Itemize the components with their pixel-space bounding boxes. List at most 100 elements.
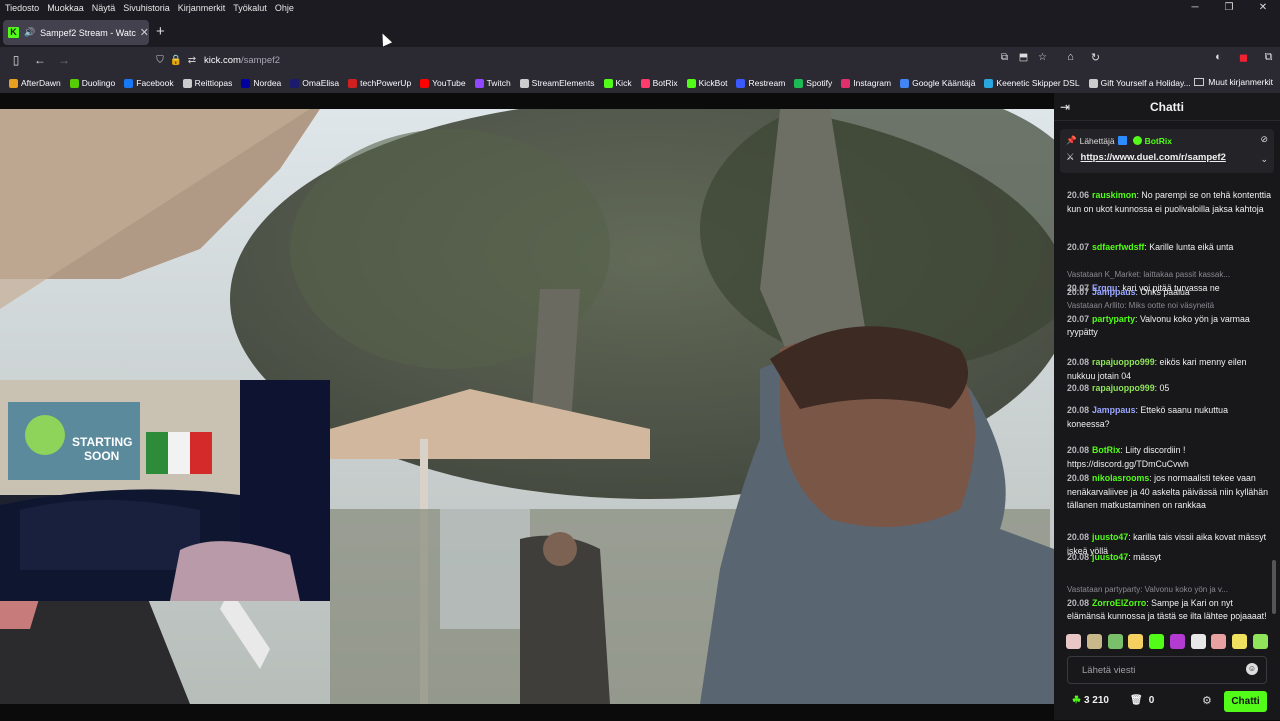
bookmark-item[interactable]: Gift Yourself a Holiday... — [1088, 78, 1191, 88]
message-username[interactable]: partyparty — [1092, 314, 1135, 324]
gear-icon[interactable]: ⚙ — [1202, 694, 1212, 707]
emote-icon[interactable] — [1169, 633, 1185, 649]
minimize-icon[interactable]: ─ — [1178, 0, 1212, 16]
bookmark-item[interactable]: Duolingo — [69, 78, 115, 88]
menu-help[interactable]: Ohje — [271, 3, 298, 13]
collapse-chat-icon[interactable]: ⇥ — [1060, 100, 1070, 114]
browser-tab[interactable]: K 🔊 Sampef2 Stream - Watch L ✕ — [3, 20, 149, 45]
menu-file[interactable]: Tiedosto — [0, 3, 43, 13]
pinned-sender-row: 📌 Lähettäjä BotRix — [1066, 135, 1172, 146]
bookmark-favicon-icon — [900, 78, 910, 88]
emote-icon[interactable] — [1232, 633, 1248, 649]
close-window-icon[interactable]: ✕ — [1246, 0, 1280, 16]
bookmark-item[interactable]: Twitch — [474, 78, 511, 88]
bookmark-item[interactable]: AfterDawn — [9, 78, 61, 88]
message-username[interactable]: BotRix — [1092, 445, 1120, 455]
emote-icon[interactable] — [1252, 633, 1268, 649]
speaker-icon[interactable]: 🔊 — [24, 27, 35, 38]
back-icon[interactable]: ← — [28, 53, 52, 67]
bookmark-item[interactable]: Restream — [736, 78, 785, 88]
url-text[interactable]: kick.com/sampef2 — [204, 55, 280, 66]
extensions-icon[interactable]: ⧉ — [1256, 51, 1280, 64]
message-username[interactable]: Jamppaus — [1092, 405, 1136, 415]
message-text: 05 — [1159, 383, 1170, 393]
hide-pinned-icon[interactable]: ⊘ — [1260, 134, 1268, 145]
url-bar[interactable]: ⛉ 🔒 ⇄ kick.com/sampef2 — [152, 50, 1060, 70]
pinned-link[interactable]: https://www.duel.com/r/sampef2 — [1081, 152, 1226, 163]
screenshot-icon[interactable]: ⧉ — [995, 52, 1014, 63]
shield-icon[interactable]: ⛉ — [152, 55, 168, 66]
emote-icon[interactable] — [1211, 633, 1227, 649]
message-username[interactable]: rapajuoppo999 — [1092, 357, 1155, 367]
bookmark-item[interactable]: BotRix — [640, 78, 678, 88]
restore-icon[interactable]: ❐ — [1212, 0, 1246, 16]
bookmark-item[interactable]: Facebook — [124, 78, 174, 88]
message-username[interactable]: rapajuoppo999 — [1092, 383, 1155, 393]
save-to-pocket-icon[interactable]: ⬒ — [1014, 52, 1033, 63]
emote-icon[interactable] — [1149, 633, 1165, 649]
reply-context[interactable]: Vastataan partyparty: Valvonu koko yön j… — [1067, 583, 1271, 597]
bookmark-favicon-icon — [794, 78, 804, 88]
tab-close-icon[interactable]: ✕ — [140, 26, 149, 39]
bookmark-star-icon[interactable]: ☆ — [1033, 52, 1052, 63]
message-username[interactable]: nikolasrooms — [1092, 473, 1149, 483]
send-chat-button[interactable]: Chatti — [1224, 691, 1267, 712]
menu-edit[interactable]: Muokkaa — [43, 3, 88, 13]
message-time: 20.08 — [1067, 473, 1090, 483]
chevron-down-icon[interactable]: ⌄ — [1260, 154, 1268, 165]
extension-badge-icon[interactable]: ◼ — [1231, 51, 1256, 64]
emote-icon[interactable] — [1128, 633, 1144, 649]
bookmark-item[interactable]: Keenetic Skipper DSL — [984, 78, 1080, 88]
emote-icon[interactable] — [1066, 633, 1081, 649]
lock-icon[interactable]: 🔒 — [168, 55, 184, 66]
emoji-picker-icon[interactable]: ☺ — [1246, 663, 1258, 675]
bookmark-item[interactable]: Reittiopas — [182, 78, 232, 88]
message-username[interactable]: juusto47 — [1092, 552, 1128, 562]
chat-footer: ☘ 3 210 🗑 0 ⚙ Chatti — [1054, 691, 1280, 713]
bookmark-item[interactable]: Instagram — [841, 78, 891, 88]
chat-message-input[interactable]: Lähetä viesti ☺ — [1067, 656, 1267, 684]
chat-header: Chatti — [1054, 93, 1280, 121]
message-username[interactable]: juusto47 — [1092, 532, 1128, 542]
bookmark-item[interactable]: YouTube — [420, 78, 466, 88]
emote-icon[interactable] — [1086, 633, 1102, 649]
reply-context[interactable]: Vastataan K_Market: laittakaa passit kas… — [1067, 268, 1271, 282]
forward-icon[interactable]: → — [52, 53, 76, 67]
pinned-sender[interactable]: BotRix — [1145, 136, 1172, 146]
home-icon[interactable]: ⌂ — [1058, 51, 1083, 64]
menu-history[interactable]: Sivuhistoria — [119, 3, 174, 13]
message-username[interactable]: sdfaerfwdsff — [1092, 242, 1144, 252]
bookmark-item[interactable]: StreamElements — [519, 78, 595, 88]
bookmark-item[interactable]: KickBot — [686, 78, 727, 88]
chat-scrollbar[interactable] — [1272, 560, 1276, 614]
account-icon[interactable]: ◐ — [1206, 51, 1231, 64]
message-username[interactable]: Jamppaus — [1092, 287, 1136, 297]
other-bookmarks[interactable]: Muut kirjanmerkit — [1194, 77, 1273, 87]
bookmark-item[interactable]: OmaElisa — [290, 78, 339, 88]
bookmark-item[interactable]: Google Kääntäjä — [900, 78, 975, 88]
bookmark-item[interactable]: techPowerUp — [348, 78, 411, 88]
bookmark-item[interactable]: Nordea — [241, 78, 281, 88]
url-path: /sampef2 — [240, 54, 281, 66]
svg-text:STARTING: STARTING — [72, 435, 132, 449]
sidebar-icon[interactable]: ▯ — [4, 53, 28, 67]
bookmark-item[interactable]: Kick — [603, 78, 632, 88]
page-bottom-strip — [0, 704, 1054, 720]
menu-view[interactable]: Näytä — [88, 3, 120, 13]
window-controls: ─ ❐ ✕ — [1178, 0, 1280, 16]
new-tab-icon[interactable]: + — [156, 23, 165, 40]
permissions-icon[interactable]: ⇄ — [184, 55, 200, 66]
bookmark-item[interactable]: Spotify — [794, 78, 832, 88]
bookmark-favicon-icon — [69, 78, 79, 88]
menu-bookmarks[interactable]: Kirjanmerkit — [174, 3, 230, 13]
menu-tools[interactable]: Työkalut — [229, 3, 271, 13]
reply-context[interactable]: Vastataan Arllito: Miks ootte noi väsyne… — [1067, 299, 1271, 313]
emote-icon[interactable] — [1190, 633, 1206, 649]
message-username[interactable]: ZorroElZorro — [1092, 598, 1146, 608]
gift-icon[interactable]: 🗑 — [1130, 695, 1143, 706]
message-username[interactable]: rauskimon — [1092, 190, 1137, 200]
stream-video-player[interactable]: STARTING SOON — [0, 109, 1054, 704]
emote-icon[interactable] — [1107, 633, 1123, 649]
bookmark-favicon-icon — [1088, 78, 1098, 88]
reload-icon[interactable]: ↻ — [1083, 51, 1108, 64]
